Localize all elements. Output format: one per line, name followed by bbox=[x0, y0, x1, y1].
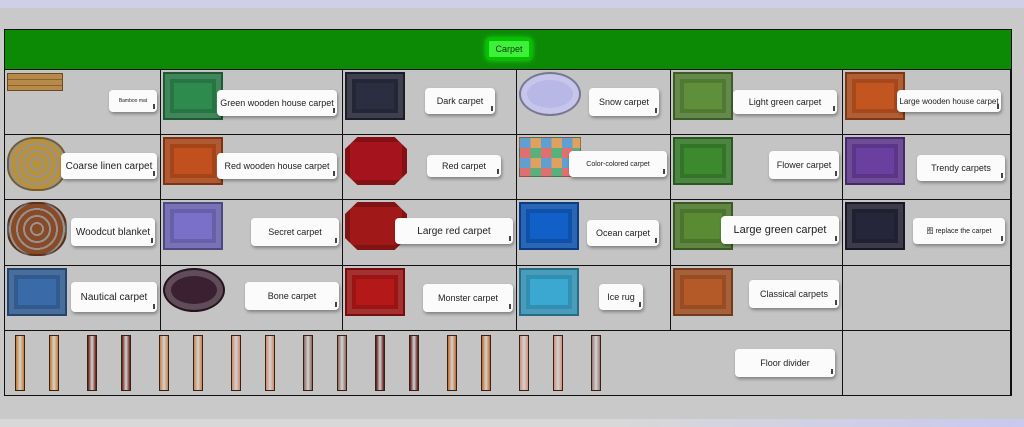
carpet-preview bbox=[519, 268, 579, 316]
floor-divider-planks bbox=[9, 335, 629, 391]
carpet-cell[interactable]: Flower carpet bbox=[671, 135, 843, 200]
carpet-name-button[interactable]: Coarse linen carpet bbox=[61, 153, 157, 179]
window-top-band bbox=[0, 0, 1024, 8]
carpet-name-button[interactable]: Color-colored carpet bbox=[569, 151, 667, 177]
carpet-name-button[interactable]: Light green carpet bbox=[733, 90, 837, 114]
carpet-cell[interactable]: Trendy carpets bbox=[843, 135, 1011, 200]
carpet-name-button[interactable]: Nautical carpet bbox=[71, 282, 157, 312]
carpet-preview bbox=[345, 137, 407, 185]
carpet-preview bbox=[163, 137, 223, 185]
floor-divider-plank bbox=[49, 335, 59, 391]
floor-divider-plank bbox=[481, 335, 491, 391]
floor-divider-plank bbox=[553, 335, 563, 391]
empty-cell bbox=[843, 331, 1011, 396]
carpet-cell[interactable]: Color-colored carpet bbox=[517, 135, 671, 200]
carpet-name-button[interactable]: Large wooden house carpet bbox=[897, 90, 1001, 112]
carpet-cell[interactable]: Woodcut blanket bbox=[5, 200, 161, 266]
carpet-cell[interactable]: Ocean carpet bbox=[517, 200, 671, 266]
carpet-name-button[interactable]: 图 replace the carpet bbox=[913, 218, 1005, 244]
carpet-catalog-panel: Carpet Bamboo mat Green wooden house carp… bbox=[4, 29, 1012, 396]
carpet-cell[interactable]: Nautical carpet bbox=[5, 266, 161, 331]
carpet-cell[interactable]: Large green carpet bbox=[671, 200, 843, 266]
carpet-name-button[interactable]: Classical carpets bbox=[749, 280, 839, 308]
floor-divider-row[interactable]: Floor divider bbox=[5, 331, 843, 396]
category-header-bar: Carpet bbox=[5, 30, 1011, 70]
carpet-preview bbox=[7, 202, 67, 256]
carpet-name-button[interactable]: Snow carpet bbox=[589, 88, 659, 116]
carpet-preview bbox=[7, 73, 63, 91]
floor-divider-plank bbox=[375, 335, 385, 391]
tab-carpet[interactable]: Carpet bbox=[486, 38, 532, 60]
floor-divider-plank bbox=[303, 335, 313, 391]
floor-divider-button[interactable]: Floor divider bbox=[735, 349, 835, 377]
carpet-preview bbox=[519, 202, 579, 250]
floor-divider-plank bbox=[409, 335, 419, 391]
carpet-cell[interactable]: Dark carpet bbox=[343, 70, 517, 135]
carpet-preview bbox=[845, 72, 905, 120]
carpet-cell bbox=[843, 266, 1011, 331]
carpet-name-button[interactable]: Secret carpet bbox=[251, 218, 339, 246]
carpet-preview bbox=[673, 72, 733, 120]
floor-divider-plank bbox=[231, 335, 241, 391]
carpet-cell[interactable]: Monster carpet bbox=[343, 266, 517, 331]
carpet-name-button[interactable]: Green wooden house carpet bbox=[217, 90, 337, 116]
carpet-cell[interactable]: Secret carpet bbox=[161, 200, 343, 266]
carpet-cell[interactable]: Light green carpet bbox=[671, 70, 843, 135]
carpet-cell[interactable]: Red carpet bbox=[343, 135, 517, 200]
carpet-cell[interactable]: Green wooden house carpet bbox=[161, 70, 343, 135]
carpet-name-button[interactable]: Red wooden house carpet bbox=[217, 153, 337, 179]
carpet-preview bbox=[345, 268, 405, 316]
carpet-name-button[interactable]: Trendy carpets bbox=[917, 155, 1005, 181]
floor-divider-plank bbox=[87, 335, 97, 391]
floor-divider-plank bbox=[447, 335, 457, 391]
carpet-name-button[interactable]: Bamboo mat bbox=[109, 90, 157, 112]
carpet-name-button[interactable]: Bone carpet bbox=[245, 282, 339, 310]
carpet-cell[interactable]: Bamboo mat bbox=[5, 70, 161, 135]
window-bottom-band bbox=[0, 419, 1024, 427]
carpet-name-button[interactable]: Dark carpet bbox=[425, 88, 495, 114]
floor-divider-plank bbox=[519, 335, 529, 391]
carpet-cell[interactable]: Classical carpets bbox=[671, 266, 843, 331]
carpet-cell[interactable]: Coarse linen carpet bbox=[5, 135, 161, 200]
carpet-preview bbox=[163, 202, 223, 250]
floor-divider-plank bbox=[121, 335, 131, 391]
carpet-preview bbox=[7, 268, 67, 316]
floor-divider-plank bbox=[591, 335, 601, 391]
carpet-preview bbox=[163, 72, 223, 120]
carpet-cell[interactable]: 图 replace the carpet bbox=[843, 200, 1011, 266]
floor-divider-plank bbox=[193, 335, 203, 391]
carpet-name-button[interactable]: Monster carpet bbox=[423, 284, 513, 312]
carpet-name-button[interactable]: Flower carpet bbox=[769, 151, 839, 179]
carpet-name-button[interactable]: Large green carpet bbox=[721, 216, 839, 244]
floor-divider-plank bbox=[337, 335, 347, 391]
floor-divider-plank bbox=[265, 335, 275, 391]
carpet-name-button[interactable]: Ocean carpet bbox=[587, 220, 659, 246]
carpet-preview bbox=[845, 137, 905, 185]
carpet-preview bbox=[345, 72, 405, 120]
carpet-cell[interactable]: Ice rug bbox=[517, 266, 671, 331]
carpet-cell[interactable]: Red wooden house carpet bbox=[161, 135, 343, 200]
carpet-name-button[interactable]: Red carpet bbox=[427, 155, 501, 177]
carpet-cell[interactable]: Large wooden house carpet bbox=[843, 70, 1011, 135]
floor-divider-plank bbox=[15, 335, 25, 391]
carpet-cell[interactable]: Snow carpet bbox=[517, 70, 671, 135]
carpet-preview bbox=[673, 137, 733, 185]
carpet-name-button[interactable]: Woodcut blanket bbox=[71, 218, 155, 246]
carpet-preview bbox=[163, 268, 225, 312]
carpet-name-button[interactable]: Large red carpet bbox=[395, 218, 513, 244]
carpet-preview bbox=[673, 268, 733, 316]
floor-divider-plank bbox=[159, 335, 169, 391]
carpet-name-button[interactable]: Ice rug bbox=[599, 284, 643, 310]
carpet-cell[interactable]: Large red carpet bbox=[343, 200, 517, 266]
carpet-preview bbox=[519, 72, 581, 116]
carpet-cell[interactable]: Bone carpet bbox=[161, 266, 343, 331]
carpet-preview bbox=[7, 137, 67, 191]
carpet-preview bbox=[845, 202, 905, 250]
